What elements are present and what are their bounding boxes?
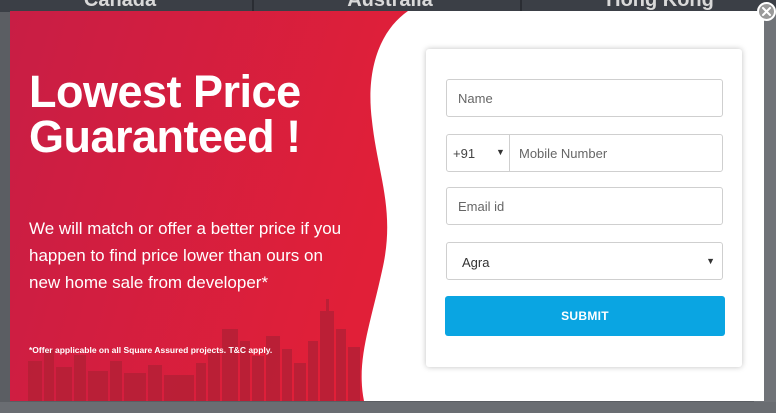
promo-description: We will match or offer a better price if… xyxy=(29,219,342,292)
email-input[interactable] xyxy=(446,187,723,225)
promo-headline-line1: Lowest Price xyxy=(29,66,301,117)
promo-headline: Lowest Price Guaranteed ! xyxy=(29,69,359,159)
promo-headline-line2: Guaranteed ! xyxy=(29,111,301,162)
background-page-bottom xyxy=(0,402,776,413)
enquiry-form-card: +91 ▼ Agra ▼ SUBMIT xyxy=(426,49,742,367)
close-icon xyxy=(762,7,771,16)
caret-down-icon: ▼ xyxy=(706,256,715,266)
caret-down-icon: ▼ xyxy=(496,147,505,157)
city-select[interactable]: Agra ▼ xyxy=(446,242,723,280)
mobile-number-input[interactable] xyxy=(509,134,723,172)
submit-button[interactable]: SUBMIT xyxy=(445,296,725,336)
close-button[interactable] xyxy=(757,2,776,21)
country-code-select[interactable]: +91 ▼ xyxy=(446,134,510,172)
country-code-value: +91 xyxy=(453,146,476,161)
city-select-value: Agra xyxy=(462,255,490,270)
price-guarantee-modal: Lowest Price Guaranteed ! We will match … xyxy=(10,11,764,401)
promo-disclaimer: *Offer applicable on all Square Assured … xyxy=(29,345,273,355)
name-input[interactable] xyxy=(446,79,723,117)
mobile-field-group: +91 ▼ xyxy=(446,134,723,172)
